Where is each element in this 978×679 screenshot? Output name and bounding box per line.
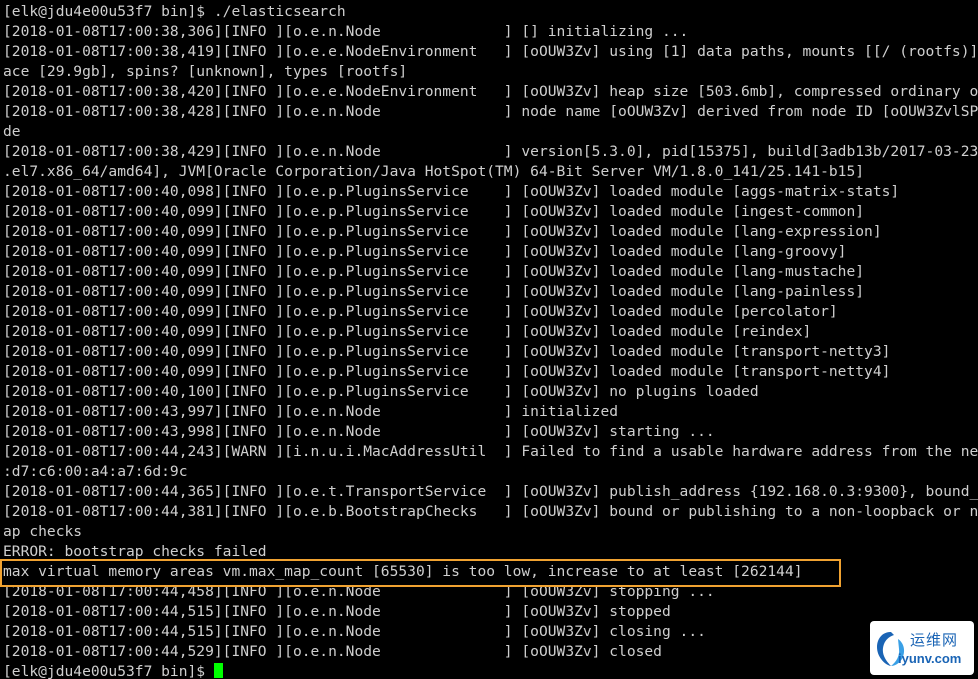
terminal-line: [2018-01-08T17:00:40,099][INFO ][o.e.p.P…: [3, 243, 847, 260]
terminal-line: [2018-01-08T17:00:43,997][INFO ][o.e.n.N…: [3, 403, 619, 420]
terminal-line: [2018-01-08T17:00:38,419][INFO ][o.e.e.N…: [3, 43, 978, 60]
terminal-line: [2018-01-08T17:00:44,515][INFO ][o.e.n.N…: [3, 623, 706, 640]
terminal-line: ace [29.9gb], spins? [unknown], types [r…: [3, 63, 408, 80]
terminal-line: [2018-01-08T17:00:40,099][INFO ][o.e.p.P…: [3, 223, 882, 240]
prompt-line[interactable]: [elk@jdu4e00u53f7 bin]$: [0, 662, 978, 679]
error-highlighted-line: max virtual memory areas vm.max_map_coun…: [3, 563, 803, 580]
terminal-line: ap checks: [3, 523, 83, 540]
text-cursor: [213, 663, 223, 678]
terminal-line: [2018-01-08T17:00:44,381][INFO ][o.e.b.B…: [3, 503, 978, 520]
terminal-line: ERROR: bootstrap checks failed: [3, 543, 267, 560]
terminal-line: [2018-01-08T17:00:40,100][INFO ][o.e.p.P…: [3, 383, 759, 400]
watermark: 运维网 iyunv.com: [870, 621, 974, 675]
terminal-line: [2018-01-08T17:00:38,306][INFO ][o.e.n.N…: [3, 23, 689, 40]
terminal-line: .el7.x86_64/amd64], JVM[Oracle Corporati…: [3, 163, 865, 180]
terminal-line: [2018-01-08T17:00:44,529][INFO ][o.e.n.N…: [3, 643, 662, 660]
terminal-line: [2018-01-08T17:00:40,099][INFO ][o.e.p.P…: [3, 203, 865, 220]
terminal-line: de: [3, 123, 21, 140]
terminal-line: [2018-01-08T17:00:40,099][INFO ][o.e.p.P…: [3, 303, 838, 320]
terminal-line: [2018-01-08T17:00:38,428][INFO ][o.e.n.N…: [3, 103, 978, 120]
terminal-line: [2018-01-08T17:00:38,429][INFO ][o.e.n.N…: [3, 143, 978, 160]
terminal-line: [2018-01-08T17:00:40,099][INFO ][o.e.p.P…: [3, 263, 865, 280]
terminal-line: [2018-01-08T17:00:40,099][INFO ][o.e.p.P…: [3, 343, 891, 360]
terminal-line: [elk@jdu4e00u53f7 bin]$ ./elasticsearch: [3, 3, 346, 20]
terminal-line: [2018-01-08T17:00:40,099][INFO ][o.e.p.P…: [3, 283, 865, 300]
terminal-line: [2018-01-08T17:00:44,458][INFO ][o.e.n.N…: [3, 583, 715, 600]
terminal-line: [2018-01-08T17:00:40,098][INFO ][o.e.p.P…: [3, 183, 900, 200]
terminal-line: :d7:c6:00:a4:a7:6d:9c: [3, 463, 188, 480]
terminal-line: [2018-01-08T17:00:44,365][INFO ][o.e.t.T…: [3, 483, 978, 500]
terminal-line: [2018-01-08T17:00:40,099][INFO ][o.e.p.P…: [3, 363, 891, 380]
terminal-line: [2018-01-08T17:00:38,420][INFO ][o.e.e.N…: [3, 83, 978, 100]
terminal-line: [2018-01-08T17:00:44,515][INFO ][o.e.n.N…: [3, 603, 671, 620]
terminal-window[interactable]: [elk@jdu4e00u53f7 bin]$ ./elasticsearch […: [0, 0, 978, 679]
terminal-line: [2018-01-08T17:00:44,243][WARN ][i.n.u.i…: [3, 443, 978, 460]
terminal-line: [2018-01-08T17:00:40,099][INFO ][o.e.p.P…: [3, 323, 812, 340]
watermark-title: 运维网: [910, 631, 959, 649]
terminal-line: [2018-01-08T17:00:43,998][INFO ][o.e.n.N…: [3, 423, 715, 440]
watermark-url: iyunv.com: [898, 651, 962, 666]
